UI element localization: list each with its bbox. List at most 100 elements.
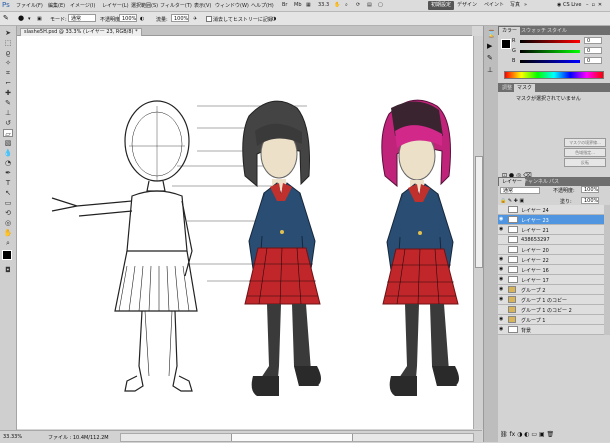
menu-filter[interactable]: フィルター(T)	[160, 2, 192, 9]
workspace-paint[interactable]: ペイント	[484, 1, 504, 10]
channel-g-value[interactable]: 0	[584, 47, 602, 54]
photoshop-logo-icon[interactable]: Ps	[2, 1, 10, 9]
zoom-tool-icon[interactable]: ⌕	[3, 239, 13, 247]
layer-visibility-eye-icon[interactable]	[499, 207, 504, 212]
window-controls[interactable]: –▫✕	[586, 1, 608, 9]
layer-row[interactable]: ◉ グループ 2	[498, 285, 604, 295]
tab-paths[interactable]: パス	[546, 178, 562, 186]
eraser-tool-icon[interactable]: ▱	[3, 129, 13, 138]
layer-row[interactable]: ◉ レイヤー 17	[498, 275, 604, 285]
layer-visibility-eye-icon[interactable]	[499, 247, 504, 252]
history-panel-icon[interactable]: ⌛	[487, 30, 496, 38]
channel-b-slider[interactable]	[520, 60, 580, 63]
rotate-view-icon[interactable]: ⟳	[356, 2, 360, 8]
workspace-essentials[interactable]: 初期設定	[428, 1, 455, 10]
hand-tool-icon[interactable]: ✋	[334, 2, 340, 8]
document-canvas[interactable]	[17, 36, 482, 429]
menu-help[interactable]: ヘルプ(H)	[251, 2, 274, 9]
color-spectrum-ramp[interactable]	[504, 71, 604, 79]
layer-visibility-eye-icon[interactable]	[499, 307, 504, 312]
healing-brush-icon[interactable]: ✚	[3, 89, 13, 97]
layer-visibility-eye-icon[interactable]: ◉	[499, 297, 504, 302]
layer-row[interactable]: ◉ レイヤー 23	[498, 215, 604, 225]
menu-file[interactable]: ファイル(F)	[16, 2, 43, 9]
hscroll-thumb[interactable]	[231, 434, 353, 441]
airbrush-icon[interactable]: ✈	[193, 16, 197, 22]
erase-to-history-checkbox[interactable]	[206, 16, 212, 22]
channel-r-value[interactable]: 0	[584, 37, 602, 44]
menu-select[interactable]: 選択範囲(S)	[131, 2, 158, 9]
bridge-icon[interactable]: Br	[282, 2, 288, 8]
pressure-size-icon[interactable]: ◑	[272, 16, 276, 22]
layer-row[interactable]: レイヤー 24	[498, 205, 604, 215]
type-tool-icon[interactable]: T	[3, 179, 13, 187]
cs-live-button[interactable]: ◉ CS Live	[557, 1, 581, 10]
eyedropper-tool-icon[interactable]: ⌐	[3, 79, 13, 87]
dodge-tool-icon[interactable]: ◔	[3, 159, 13, 167]
menu-window[interactable]: ウィンドウ(W)	[215, 2, 249, 9]
layer-visibility-eye-icon[interactable]	[499, 237, 504, 242]
layer-visibility-eye-icon[interactable]: ◉	[499, 227, 504, 232]
pen-tool-icon[interactable]: ✒	[3, 169, 13, 177]
tab-adjustments[interactable]: 調整	[499, 84, 515, 92]
tab-color[interactable]: カラー	[499, 27, 521, 35]
layer-visibility-eye-icon[interactable]: ◉	[499, 257, 504, 262]
workspace-design[interactable]: デザイン	[457, 1, 477, 10]
layer-row[interactable]: グループ 1 のコピー 2	[498, 305, 604, 315]
marquee-tool-icon[interactable]: ⬚	[3, 39, 13, 47]
channel-b-value[interactable]: 0	[584, 57, 602, 64]
layer-row[interactable]: ◉ グループ 1	[498, 315, 604, 325]
menu-image[interactable]: イメージ(I)	[70, 2, 95, 9]
mode-select[interactable]: 通常	[68, 14, 96, 22]
layer-opacity-field[interactable]: 100%	[581, 186, 599, 193]
layer-visibility-eye-icon[interactable]: ◉	[499, 317, 504, 322]
color-range-button[interactable]: 色域指定...	[564, 148, 606, 157]
lock-icons[interactable]: 🔒 ✎ ✚ ▣	[500, 198, 524, 204]
brush-preset-icon[interactable]: ●	[18, 14, 24, 22]
minibridge-icon[interactable]: Mb	[294, 2, 302, 8]
toggle-brush-panel-icon[interactable]: ▣	[37, 16, 42, 22]
layer-visibility-eye-icon[interactable]: ◉	[499, 287, 504, 292]
guide-icon[interactable]: ▦	[306, 2, 311, 8]
eraser-tool-icon[interactable]: ✎	[3, 14, 9, 22]
clone-stamp-icon[interactable]: ⊥	[3, 109, 13, 117]
channel-r-slider[interactable]	[520, 40, 580, 43]
gradient-tool-icon[interactable]: ▧	[3, 139, 13, 147]
layer-visibility-eye-icon[interactable]: ◉	[499, 217, 504, 222]
arrange-documents-icon[interactable]: ▤	[367, 2, 372, 8]
layer-visibility-eye-icon[interactable]: ◉	[499, 327, 504, 332]
brush-panel-icon[interactable]: ✎	[487, 54, 493, 62]
layer-visibility-eye-icon[interactable]: ◉	[499, 277, 504, 282]
layer-row[interactable]: レイヤー 20	[498, 245, 604, 255]
layer-row[interactable]: ◉ 背景	[498, 325, 604, 335]
file-size-status[interactable]: ファイル : 10.4M/112.2M	[48, 434, 109, 441]
color-panel-foreground-swatch[interactable]	[501, 39, 511, 49]
layer-blend-mode-select[interactable]: 通常	[500, 187, 540, 194]
quick-select-tool-icon[interactable]: ✧	[3, 59, 13, 67]
scrollbar-thumb[interactable]	[475, 156, 483, 268]
layer-row[interactable]: ◉ レイヤー 21	[498, 225, 604, 235]
document-tab[interactable]: slashe5H.psd @ 33.3% (レイヤー 23, RGB/8) *	[20, 28, 142, 36]
3d-camera-tool-icon[interactable]: ◎	[3, 219, 13, 227]
clone-source-icon[interactable]: ⊥	[487, 66, 493, 74]
layer-row[interactable]: ◉ グループ 1 のコピー	[498, 295, 604, 305]
menu-edit[interactable]: 編集(E)	[48, 2, 65, 9]
lasso-tool-icon[interactable]: ϱ	[3, 49, 13, 57]
hand-tool-icon[interactable]: ✋	[3, 229, 13, 237]
blur-tool-icon[interactable]: 💧	[3, 149, 13, 157]
screen-mode-icon[interactable]: ▢	[378, 2, 383, 8]
layer-visibility-eye-icon[interactable]: ◉	[499, 267, 504, 272]
workspace-photo[interactable]: 写真	[510, 1, 520, 10]
foreground-color-swatch[interactable]	[2, 250, 12, 260]
tab-styles[interactable]: スタイル	[544, 27, 570, 35]
history-brush-icon[interactable]: ↺	[3, 119, 13, 127]
canvas-horizontal-scrollbar[interactable]	[120, 433, 474, 442]
layer-row[interactable]: 438653297	[498, 235, 604, 245]
flow-field[interactable]: 100%	[171, 14, 189, 22]
opacity-field[interactable]: 100%	[119, 14, 137, 22]
menu-view[interactable]: 表示(V)	[194, 2, 211, 9]
zoom-tool-icon[interactable]: ⌕	[345, 2, 348, 8]
layers-footer-icons[interactable]: ⛓ fx ◑ ◐ ▭ ▣ 🗑	[500, 431, 554, 438]
3d-rotate-tool-icon[interactable]: ⟲	[3, 209, 13, 217]
layer-row[interactable]: ◉ レイヤー 16	[498, 265, 604, 275]
